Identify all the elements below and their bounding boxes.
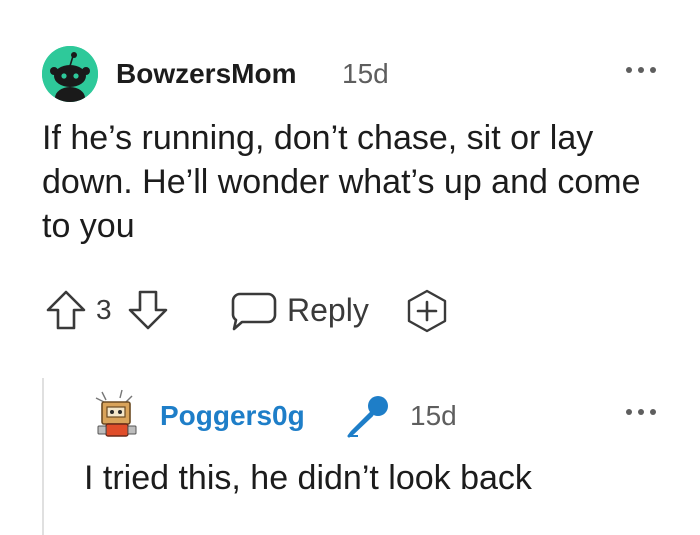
- comment-author[interactable]: BowzersMom: [116, 58, 296, 90]
- microphone-icon: [347, 396, 388, 438]
- award-plus-icon[interactable]: [404, 288, 450, 334]
- avatar[interactable]: [42, 46, 98, 102]
- downvote-icon[interactable]: [126, 288, 170, 332]
- comment-thread: BowzersMom 15d If he’s running, don’t ch…: [0, 0, 700, 535]
- comment-timestamp: 15d: [410, 400, 457, 431]
- thread-line[interactable]: [42, 378, 44, 535]
- upvote-icon[interactable]: [44, 288, 88, 332]
- avatar[interactable]: [92, 388, 142, 440]
- more-options-icon[interactable]: [624, 64, 660, 76]
- robot-avatar-icon: [95, 389, 137, 437]
- comment-actions: 3 Reply: [44, 286, 464, 334]
- reply-button[interactable]: Reply: [287, 292, 369, 329]
- snoo-avatar-icon: [42, 46, 98, 102]
- comment-bubble-icon[interactable]: [230, 290, 278, 332]
- more-options-icon[interactable]: [624, 406, 660, 418]
- comment-body: I tried this, he didn’t look back: [84, 459, 532, 497]
- comment-timestamp: 15d: [342, 58, 389, 89]
- comment-body: If he’s running, don’t chase, sit or lay…: [42, 119, 641, 245]
- vote-count: 3: [96, 294, 112, 325]
- comment-author[interactable]: Poggers0g: [160, 400, 305, 432]
